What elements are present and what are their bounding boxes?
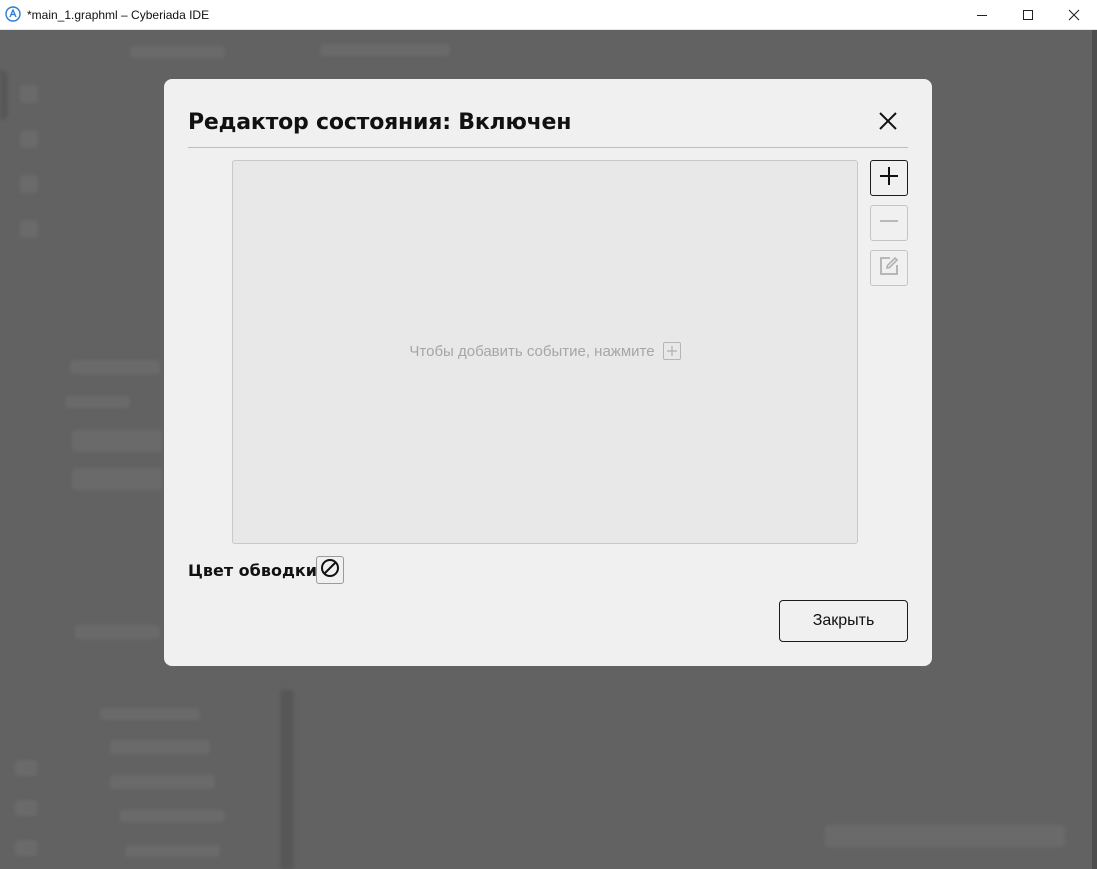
minimize-icon: [976, 9, 988, 21]
window-title: *main_1.graphml – Cyberiada IDE: [27, 8, 210, 22]
close-icon: [878, 111, 898, 136]
background-scroll-edge: [1092, 30, 1097, 869]
plus-icon: [878, 165, 900, 192]
add-event-button[interactable]: [870, 160, 908, 196]
no-color-icon: [320, 558, 340, 583]
modal-close-button[interactable]: [875, 110, 901, 136]
edit-event-button[interactable]: [870, 250, 908, 286]
empty-hint-text: Чтобы добавить событие, нажмите: [409, 342, 655, 360]
outline-color-label: Цвет обводки:: [188, 561, 324, 580]
minimize-button[interactable]: [959, 0, 1005, 30]
minus-icon: [878, 210, 900, 237]
window-close-button[interactable]: [1051, 0, 1097, 30]
outline-color-button[interactable]: [316, 556, 344, 584]
events-empty-hint: Чтобы добавить событие, нажмите: [233, 342, 857, 360]
window-titlebar: *main_1.graphml – Cyberiada IDE: [0, 0, 1097, 30]
maximize-button[interactable]: [1005, 0, 1051, 30]
state-editor-modal: Редактор состояния: Включен Чтобы добави…: [164, 79, 932, 666]
modal-divider: [188, 147, 908, 148]
cyberiada-logo-icon: [5, 6, 21, 22]
edit-icon: [878, 255, 900, 282]
close-icon: [1068, 9, 1080, 21]
events-list-panel[interactable]: Чтобы добавить событие, нажмите: [232, 160, 858, 544]
plus-icon: [662, 342, 681, 360]
remove-event-button[interactable]: [870, 205, 908, 241]
close-button[interactable]: Закрыть: [779, 600, 908, 642]
modal-title: Редактор состояния: Включен: [188, 110, 572, 135]
maximize-icon: [1022, 9, 1034, 21]
